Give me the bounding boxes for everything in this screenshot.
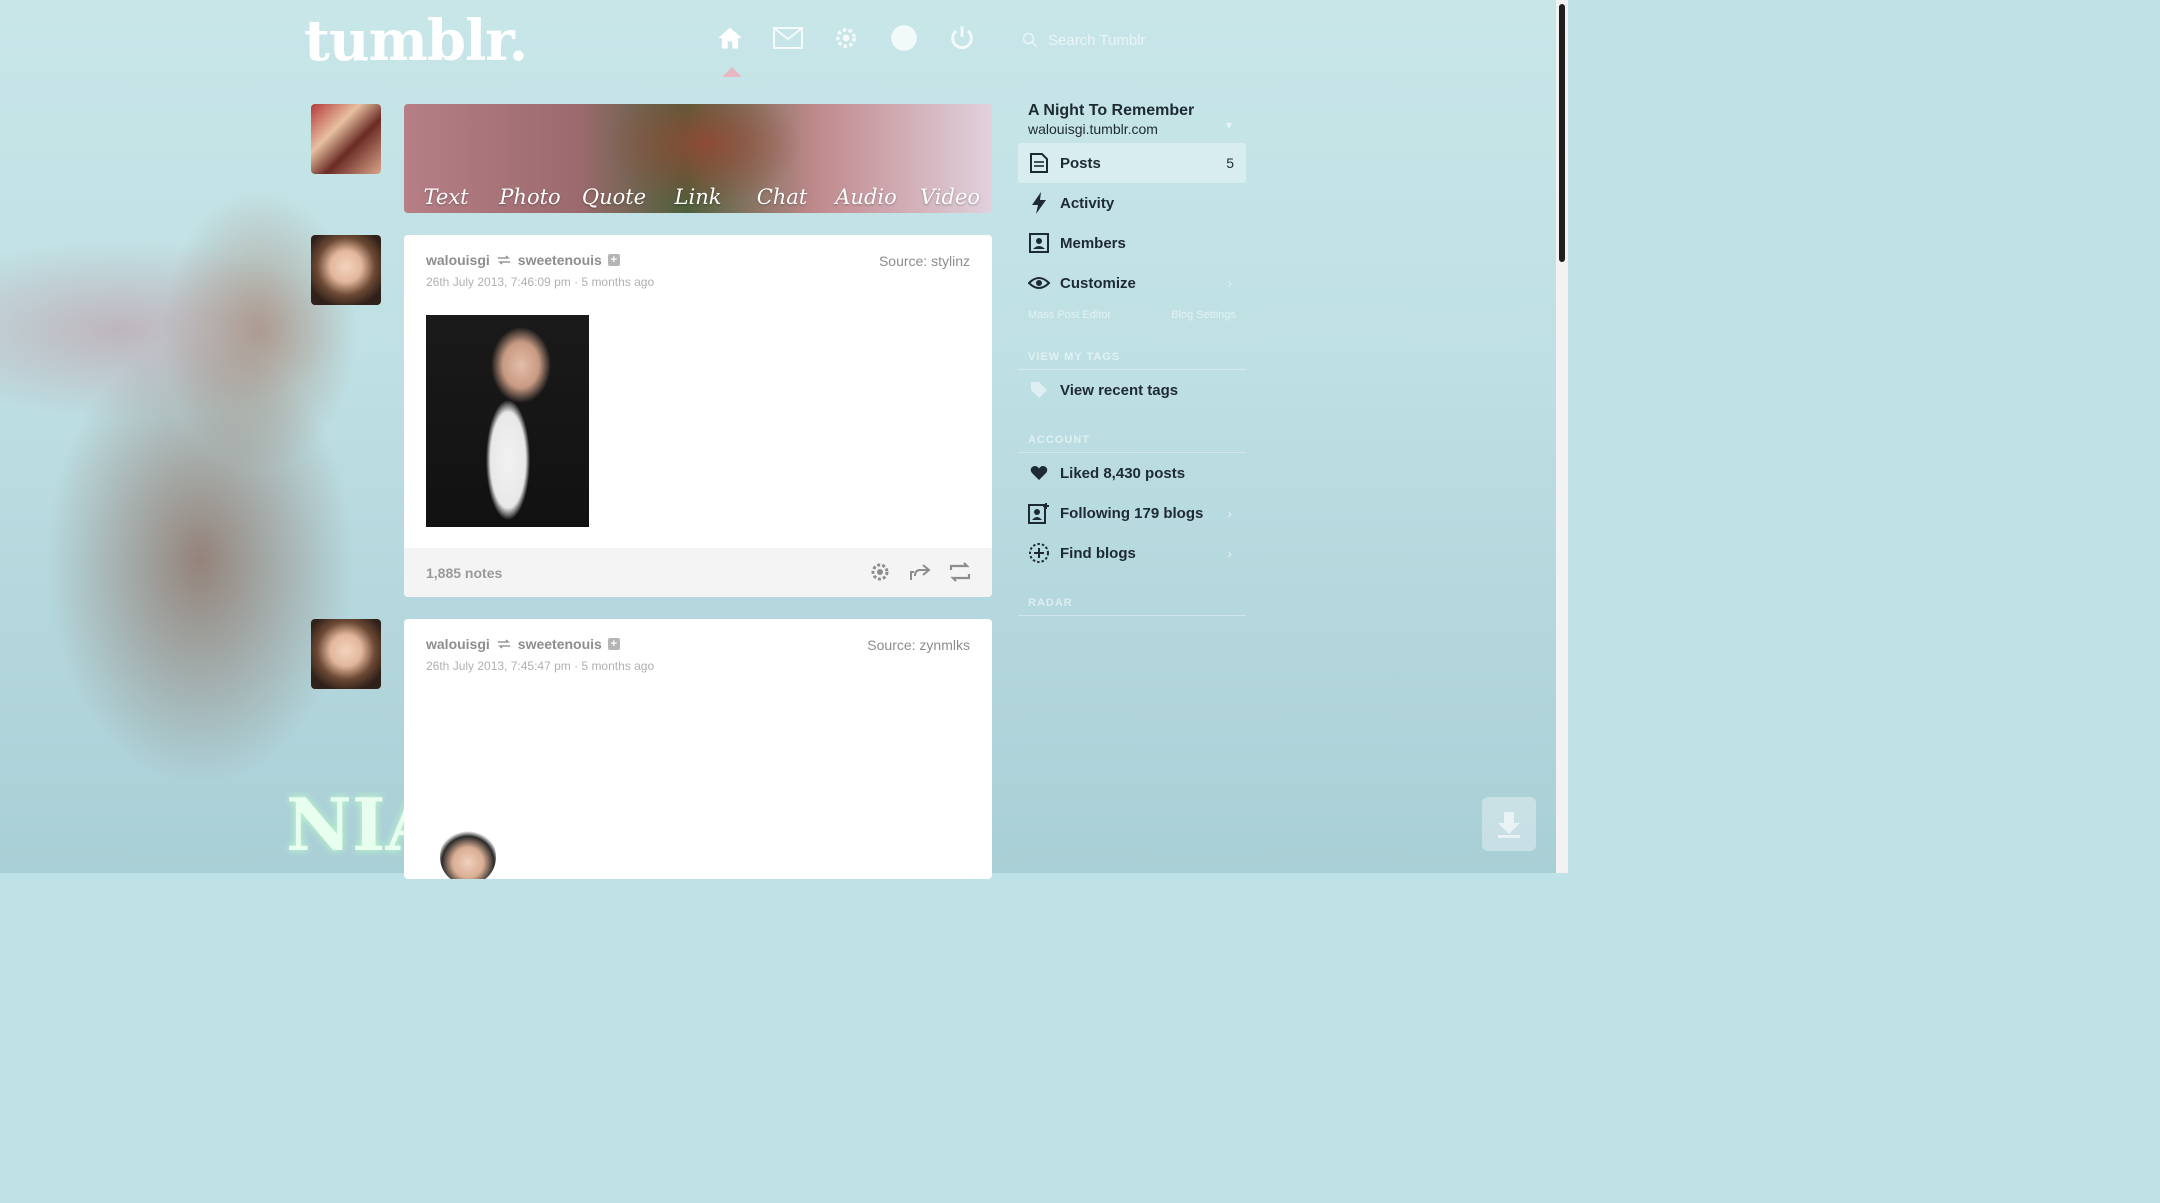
post-author-avatar[interactable] [311, 619, 381, 689]
search-box [1022, 26, 1242, 54]
inbox-button[interactable] [770, 20, 806, 56]
nav-active-indicator [722, 67, 742, 77]
reblog-icon[interactable] [948, 560, 972, 584]
home-button[interactable] [712, 20, 748, 56]
post-footer: 1,885 notes [404, 548, 992, 597]
sidebar-item-label: Find blogs [1060, 544, 1136, 562]
post-type-photo[interactable]: Photo [488, 185, 572, 209]
following-icon [1028, 502, 1050, 524]
tumblr-logo[interactable]: tumblr. [304, 8, 528, 74]
heart-icon [1028, 462, 1050, 484]
post-source[interactable]: Source: zynmlks [867, 637, 970, 653]
post-header: walouisgi sweetenouis + [426, 636, 620, 652]
reblogged-from[interactable]: sweetenouis [518, 252, 602, 268]
posts-icon [1028, 152, 1050, 174]
post-type-video[interactable]: Video [908, 185, 992, 209]
members-icon [1028, 232, 1050, 254]
power-icon [951, 26, 973, 49]
post-type-text[interactable]: Text [404, 185, 488, 209]
sidebar-item-posts[interactable]: Posts 5 [1018, 143, 1246, 183]
post-date[interactable]: 26th July 2013, 7:46:09 pm · 5 months ag… [426, 275, 654, 289]
sidebar-item-label: Customize [1060, 274, 1136, 292]
sidebar-item-recent-tags[interactable]: View recent tags [1018, 370, 1246, 410]
dashboard-sidebar: A Night To Remember walouisgi.tumblr.com… [1018, 96, 1246, 616]
post-type-link[interactable]: Link [656, 185, 740, 209]
reblogged-from[interactable]: sweetenouis [518, 636, 602, 652]
chevron-right-icon: › [1227, 545, 1232, 561]
post-author-avatar[interactable] [311, 235, 381, 305]
sidebar-item-label: Following 179 blogs [1060, 504, 1204, 522]
logout-button[interactable] [944, 20, 980, 56]
account-section-label: ACCOUNT [1018, 428, 1246, 453]
xkit-icon [891, 25, 917, 51]
post-type-chat[interactable]: Chat [740, 185, 824, 209]
blog-settings-link[interactable]: Blog Settings [1171, 309, 1236, 321]
post-photo[interactable] [440, 829, 496, 879]
post-actions [868, 560, 972, 584]
blog-url: walouisgi.tumblr.com [1028, 121, 1158, 137]
post-photo[interactable] [426, 315, 589, 527]
settings-button[interactable] [828, 20, 864, 56]
search-input[interactable] [1046, 30, 1230, 50]
sidebar-item-following[interactable]: Following 179 blogs › [1018, 493, 1246, 533]
follow-plus-icon[interactable]: + [607, 254, 620, 266]
chevron-right-icon: › [1227, 275, 1232, 291]
eye-icon [1028, 272, 1050, 294]
radar-section-label: RADAR [1018, 591, 1246, 616]
mass-post-editor-link[interactable]: Mass Post Editor [1028, 309, 1111, 321]
reblog-small-icon [497, 639, 510, 649]
scrollbar-thumb[interactable] [1559, 4, 1565, 262]
post-type-bar: Text Photo Quote Link Chat Audio Video [404, 185, 992, 209]
sidebar-item-label: View recent tags [1060, 381, 1179, 399]
find-icon [1028, 542, 1050, 564]
post-author[interactable]: walouisgi [426, 252, 490, 268]
top-navigation [712, 20, 980, 56]
home-icon [718, 27, 742, 49]
dashboard-post: walouisgi sweetenouis + 26th July 2013, … [404, 619, 992, 879]
activity-button[interactable] [886, 20, 922, 56]
tags-section-label: VIEW MY TAGS [1018, 345, 1246, 370]
reblog-small-icon [497, 255, 510, 265]
chevron-down-icon: ▾ [1225, 118, 1232, 132]
post-composer: Text Photo Quote Link Chat Audio Video [404, 104, 992, 213]
sidebar-item-label: Liked 8,430 posts [1060, 464, 1186, 482]
share-icon[interactable] [908, 560, 932, 584]
blog-title: A Night To Remember [1028, 102, 1195, 119]
mail-icon [773, 27, 803, 49]
sidebar-item-activity[interactable]: Activity [1018, 183, 1246, 223]
gear-icon [836, 28, 856, 48]
blog-avatar[interactable] [311, 104, 381, 174]
bolt-icon [1028, 192, 1050, 214]
download-button[interactable] [1482, 797, 1536, 851]
sidebar-item-label: Activity [1060, 194, 1115, 212]
blog-sub-links: Mass Post Editor Blog Settings [1018, 303, 1246, 327]
sidebar-item-label: Posts [1060, 154, 1101, 172]
blog-header[interactable]: A Night To Remember walouisgi.tumblr.com… [1018, 96, 1246, 143]
post-date[interactable]: 26th July 2013, 7:45:47 pm · 5 months ag… [426, 659, 654, 673]
sidebar-item-label: Members [1060, 234, 1126, 252]
dashboard-post: walouisgi sweetenouis + 26th July 2013, … [404, 235, 992, 597]
post-source[interactable]: Source: stylinz [879, 253, 970, 269]
sidebar-item-find-blogs[interactable]: Find blogs › [1018, 533, 1246, 573]
post-author[interactable]: walouisgi [426, 636, 490, 652]
search-icon [1022, 32, 1038, 48]
follow-plus-icon[interactable]: + [607, 638, 620, 650]
page-scrollbar[interactable] [1556, 0, 1568, 873]
post-type-quote[interactable]: Quote [572, 185, 656, 209]
chevron-right-icon: › [1227, 505, 1232, 521]
sidebar-item-customize[interactable]: Customize › [1018, 263, 1246, 303]
post-header: walouisgi sweetenouis + [426, 252, 620, 268]
posts-count: 5 [1226, 155, 1234, 171]
tag-icon [1028, 379, 1050, 401]
post-notes[interactable]: 1,885 notes [426, 565, 502, 581]
post-settings-gear-icon[interactable] [868, 560, 892, 584]
sidebar-item-members[interactable]: Members [1018, 223, 1246, 263]
download-icon [1498, 812, 1520, 838]
sidebar-item-likes[interactable]: Liked 8,430 posts [1018, 453, 1246, 493]
post-type-audio[interactable]: Audio [824, 185, 908, 209]
